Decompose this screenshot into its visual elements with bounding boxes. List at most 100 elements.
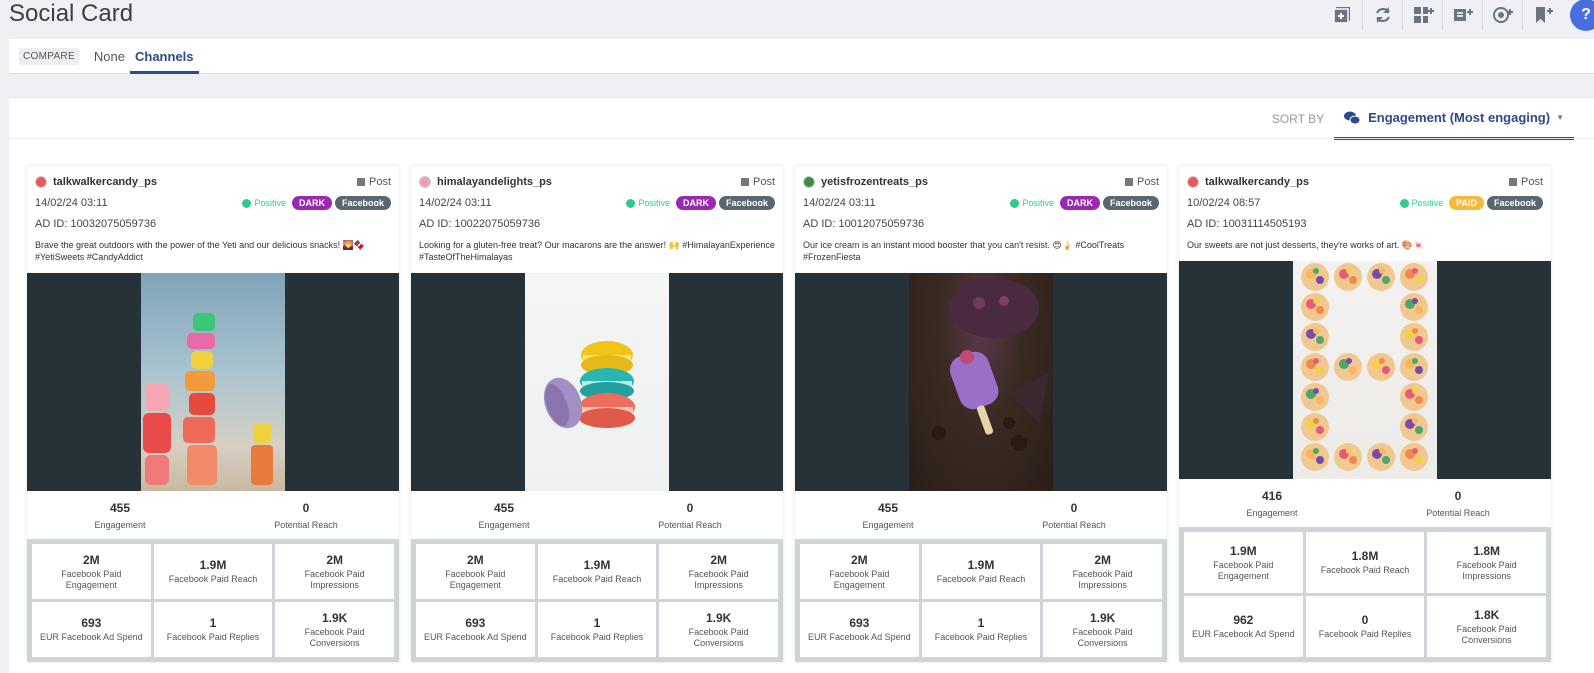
compare-bar: COMPARE None Channels bbox=[9, 39, 1594, 74]
author-name[interactable]: himalayandelights_ps bbox=[437, 176, 552, 188]
sort-row: SORT BY Engagement (Most engaging) ▼ bbox=[1272, 98, 1574, 140]
stat-value: 0 bbox=[1361, 613, 1369, 627]
ad-id: AD ID: 10031114505193 bbox=[1187, 218, 1307, 230]
post-type-icon bbox=[356, 178, 365, 186]
stat-label: Facebook Paid Reach bbox=[936, 574, 1026, 584]
stat-cell: 2M Facebook Paid Impressions bbox=[659, 544, 778, 599]
ad-type-badge: DARK bbox=[1059, 196, 1100, 210]
stat-value: 2M bbox=[466, 552, 484, 567]
primary-metrics: 455 Engagement 0 Potential Reach bbox=[795, 491, 1167, 539]
compare-option-none[interactable]: None bbox=[89, 39, 130, 74]
stat-value: 693 bbox=[465, 616, 486, 630]
social-card-2[interactable]: himalayandelights_ps Post 14/02/24 03:11… bbox=[411, 166, 783, 662]
engagement-metric: 455 Engagement bbox=[94, 501, 146, 530]
post-media[interactable] bbox=[795, 273, 1167, 491]
sentiment-badge: Positive bbox=[1010, 198, 1054, 208]
author-name[interactable]: yetisfrozentreats_ps bbox=[821, 176, 928, 188]
stat-cell: 2M Facebook Paid Engagement bbox=[800, 544, 919, 599]
stat-cell: 693 EUR Facebook Ad Spend bbox=[416, 602, 535, 657]
author-name[interactable]: talkwalkercandy_ps bbox=[1205, 176, 1309, 188]
stat-cell: 1.9M Facebook Paid Engagement bbox=[1184, 532, 1303, 593]
add-dashboard-icon bbox=[1413, 7, 1434, 23]
post-date: 14/02/24 03:11 bbox=[803, 197, 876, 209]
stat-label: Facebook Paid Reach bbox=[552, 574, 642, 584]
stat-cell: 0 Facebook Paid Replies bbox=[1305, 596, 1425, 657]
divider bbox=[9, 138, 1594, 139]
add-dashboard-button[interactable] bbox=[1402, 0, 1442, 30]
stat-value: 1.9M bbox=[583, 558, 611, 572]
ad-id: AD ID: 10032075059736 bbox=[35, 218, 157, 230]
stat-label: Facebook Paid Conversions bbox=[304, 626, 365, 648]
stat-value: 2M bbox=[1094, 552, 1111, 567]
post-image bbox=[525, 273, 669, 491]
stat-value: 1.9K bbox=[1089, 610, 1116, 625]
post-type: Post bbox=[1508, 176, 1543, 188]
stat-cell: 2M Facebook Paid Impressions bbox=[275, 544, 394, 599]
post-date: 14/02/24 03:11 bbox=[35, 197, 108, 209]
author-name[interactable]: talkwalkercandy_ps bbox=[53, 176, 157, 188]
sort-dropdown[interactable]: Engagement (Most engaging) ▼ bbox=[1334, 98, 1574, 140]
stat-cell: 1.8M Facebook Paid Reach bbox=[1305, 532, 1425, 593]
stat-label: Facebook Paid Reach bbox=[1320, 565, 1410, 575]
post-media[interactable] bbox=[1179, 261, 1551, 479]
stat-cell: 2M Facebook Paid Engagement bbox=[416, 544, 535, 599]
channel-badge: Facebook bbox=[1486, 196, 1543, 210]
stat-value: 1.8K bbox=[1473, 607, 1500, 622]
stat-label: Facebook Paid Replies bbox=[166, 632, 260, 642]
bookmark-add-button[interactable] bbox=[1522, 0, 1562, 30]
positive-smiley-icon bbox=[626, 198, 636, 208]
ad-id: AD ID: 10022075059736 bbox=[419, 218, 541, 230]
page-title: Social Card bbox=[9, 0, 134, 27]
stat-value: 1.9M bbox=[967, 558, 995, 572]
post-media[interactable] bbox=[411, 273, 783, 491]
post-image bbox=[1293, 261, 1437, 479]
add-alert-button[interactable] bbox=[1482, 0, 1522, 30]
refresh-icon bbox=[1375, 7, 1390, 23]
post-text: Looking for a gluten-free treat? Our mac… bbox=[419, 240, 775, 262]
stat-label: Facebook Paid Engagement bbox=[1213, 559, 1274, 581]
avatar bbox=[1187, 176, 1199, 188]
reach-metric: 0 Potential Reach bbox=[1426, 489, 1490, 518]
stat-label: Facebook Paid Replies bbox=[1318, 629, 1412, 639]
ad-type-badge: PAID bbox=[1449, 196, 1484, 210]
stat-value: 1 bbox=[593, 616, 601, 630]
add-widget-button[interactable] bbox=[1322, 0, 1362, 30]
refresh-button[interactable] bbox=[1362, 0, 1402, 30]
stat-label: Facebook Paid Impressions bbox=[304, 568, 365, 590]
post-date: 10/02/24 08:57 bbox=[1187, 197, 1261, 209]
add-report-button[interactable] bbox=[1442, 0, 1482, 30]
stat-value: 2M bbox=[82, 552, 100, 567]
post-media[interactable] bbox=[27, 273, 399, 491]
sentiment-badge: Positive bbox=[242, 198, 286, 208]
social-card-3[interactable]: yetisfrozentreats_ps Post 14/02/24 03:11… bbox=[795, 166, 1167, 662]
compare-option-channels[interactable]: Channels bbox=[130, 39, 199, 74]
social-card-1[interactable]: talkwalkercandy_ps Post 14/02/24 03:11 P… bbox=[27, 166, 399, 662]
help-button[interactable]: ? bbox=[1570, 0, 1594, 31]
stat-value: 1.9M bbox=[1229, 543, 1257, 558]
stat-cell: 1.9K Facebook Paid Conversions bbox=[275, 602, 394, 657]
author[interactable]: yetisfrozentreats_ps bbox=[803, 176, 928, 188]
stat-label: Facebook Paid Reach bbox=[168, 574, 258, 584]
stat-label: Facebook Paid Conversions bbox=[1456, 623, 1517, 645]
author[interactable]: himalayandelights_ps bbox=[419, 176, 552, 188]
author[interactable]: talkwalkercandy_ps bbox=[35, 176, 157, 188]
positive-smiley-icon bbox=[1399, 198, 1409, 208]
stat-label: Facebook Paid Engagement bbox=[61, 568, 122, 590]
post-type-label: Post bbox=[1520, 176, 1543, 188]
stat-cell: 1.9K Facebook Paid Conversions bbox=[1043, 602, 1162, 657]
post-image bbox=[141, 273, 285, 491]
author[interactable]: talkwalkercandy_ps bbox=[1187, 176, 1309, 188]
post-type: Post bbox=[740, 176, 775, 188]
paid-metrics-grid: 1.9M Facebook Paid Engagement 1.8M Facebook… bbox=[1179, 527, 1551, 662]
stat-value: 2M bbox=[850, 552, 868, 567]
engagement-metric: 455 Engagement bbox=[478, 501, 530, 530]
stat-label: EUR Facebook Ad Spend bbox=[808, 632, 911, 642]
social-card-4[interactable]: talkwalkercandy_ps Post 10/02/24 08:57 P… bbox=[1179, 166, 1551, 662]
channel-badge: Facebook bbox=[718, 196, 775, 210]
stat-label: Facebook Paid Conversions bbox=[1072, 626, 1133, 648]
post-type-icon bbox=[740, 178, 749, 186]
stat-cell: 1.9M Facebook Paid Reach bbox=[537, 544, 657, 599]
add-report-icon bbox=[1453, 9, 1473, 21]
add-alert-icon bbox=[1492, 7, 1513, 23]
add-widget-icon bbox=[1333, 7, 1350, 24]
